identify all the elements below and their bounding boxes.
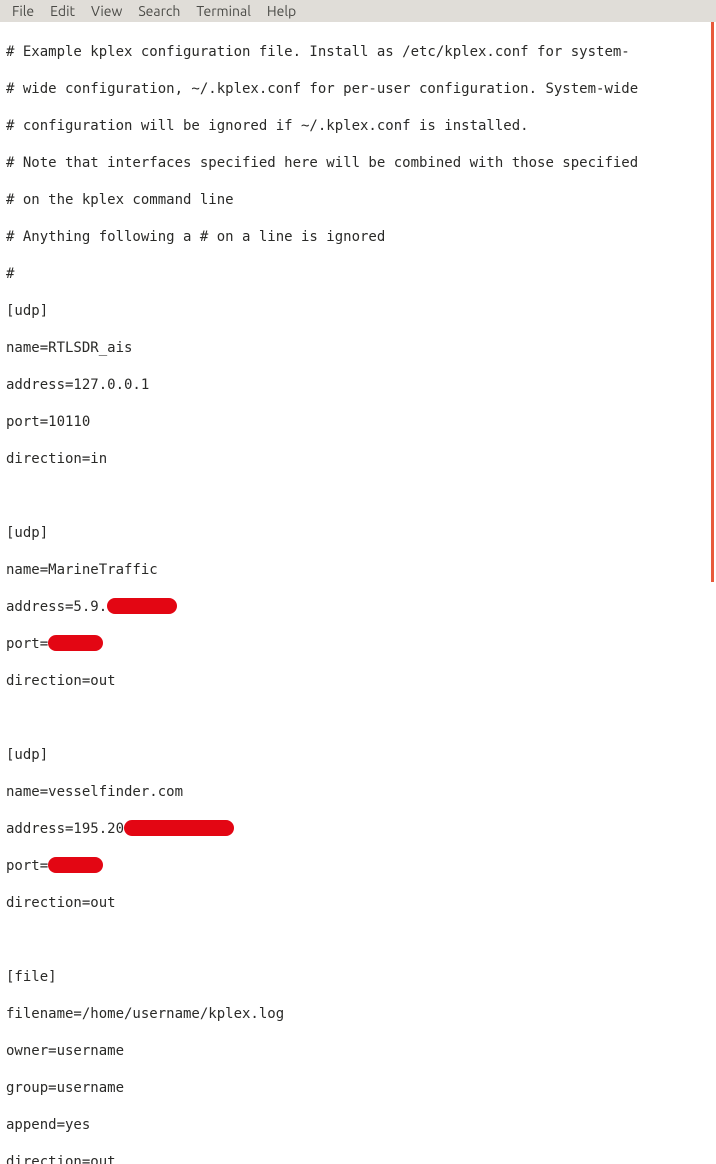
config-line: # configuration will be ignored if ~/.kp…: [6, 117, 712, 136]
config-line: # Note that interfaces specified here wi…: [6, 154, 712, 173]
menu-search[interactable]: Search: [130, 3, 188, 19]
config-line: direction=out: [6, 894, 712, 913]
config-line: filename=/home/username/kplex.log: [6, 1005, 712, 1024]
config-line: # Anything following a # on a line is ig…: [6, 228, 712, 247]
config-line: # on the kplex command line: [6, 191, 712, 210]
config-line-redacted: address=195.20: [6, 820, 712, 839]
redaction-mark: [48, 857, 103, 873]
config-line-redacted: port=: [6, 857, 712, 876]
terminal-content[interactable]: # Example kplex configuration file. Inst…: [0, 22, 716, 1164]
menu-help[interactable]: Help: [259, 3, 304, 19]
config-line: address=127.0.0.1: [6, 376, 712, 395]
config-line: [6, 931, 712, 950]
menu-view[interactable]: View: [83, 3, 130, 19]
config-line: [udp]: [6, 524, 712, 543]
config-line: direction=in: [6, 450, 712, 469]
config-line: [udp]: [6, 746, 712, 765]
config-line: [file]: [6, 968, 712, 987]
config-line: group=username: [6, 1079, 712, 1098]
redaction-mark: [48, 635, 103, 651]
menu-file[interactable]: File: [4, 3, 42, 19]
config-line: #: [6, 265, 712, 284]
scrollbar-edge: [711, 22, 714, 582]
config-line-redacted: address=5.9.: [6, 598, 712, 617]
config-line: [6, 709, 712, 728]
redaction-mark: [124, 820, 234, 836]
config-line: # Example kplex configuration file. Inst…: [6, 43, 712, 62]
config-line: name=vesselfinder.com: [6, 783, 712, 802]
config-line: port=10110: [6, 413, 712, 432]
menu-terminal[interactable]: Terminal: [188, 3, 259, 19]
config-line: direction=out: [6, 1153, 712, 1164]
config-line: [udp]: [6, 302, 712, 321]
menubar: File Edit View Search Terminal Help: [0, 0, 716, 22]
config-line: owner=username: [6, 1042, 712, 1061]
config-line: # wide configuration, ~/.kplex.conf for …: [6, 80, 712, 99]
config-line: [6, 487, 712, 506]
config-line: append=yes: [6, 1116, 712, 1135]
config-line: direction=out: [6, 672, 712, 691]
config-line: name=RTLSDR_ais: [6, 339, 712, 358]
redaction-mark: [107, 598, 177, 614]
config-line-redacted: port=: [6, 635, 712, 654]
config-line: name=MarineTraffic: [6, 561, 712, 580]
menu-edit[interactable]: Edit: [42, 3, 83, 19]
